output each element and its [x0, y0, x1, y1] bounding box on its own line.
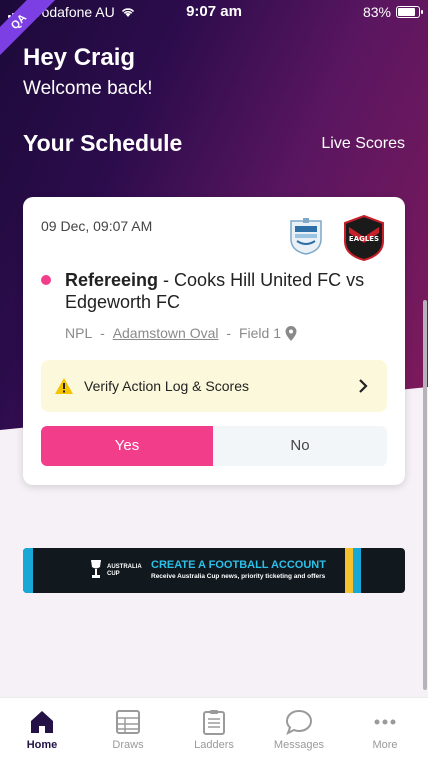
field-label: Field 1: [238, 325, 281, 341]
scrollbar[interactable]: [423, 300, 427, 690]
battery-percent: 83%: [362, 4, 391, 20]
match-card[interactable]: 09 Dec, 09:07 AM EAGLES Refereeing - Coo…: [23, 197, 405, 485]
status-bar: Vodafone AU 9:07 am 83%: [0, 0, 428, 24]
home-icon: [31, 711, 53, 733]
tab-home[interactable]: Home: [7, 708, 77, 751]
battery-icon: [396, 6, 423, 18]
banner-subline: Receive Australia Cup news, priority tic…: [151, 573, 326, 580]
schedule-title: Your Schedule: [23, 130, 183, 156]
status-dot: [41, 275, 51, 285]
svg-text:EAGLES: EAGLES: [349, 235, 379, 243]
draws-icon: [116, 710, 140, 734]
tab-more[interactable]: More: [350, 708, 420, 751]
ground-link[interactable]: Adamstown Oval: [113, 325, 219, 341]
away-team-crest-icon: EAGLES: [344, 215, 384, 261]
match-title: Refereeing - Cooks Hill United FC vs Edg…: [65, 270, 365, 312]
tab-draws[interactable]: Draws: [93, 708, 163, 751]
tab-bar: Home Draws Ladders Messages More: [0, 697, 428, 761]
battery-level: [398, 8, 415, 16]
banner-brand: AUSTRALIA CUP: [107, 564, 142, 577]
ladders-icon: [203, 710, 225, 735]
warning-icon: [55, 378, 73, 394]
yes-button[interactable]: Yes: [41, 426, 213, 466]
trophy-icon: [91, 560, 101, 578]
match-role: Refereeing: [65, 270, 159, 290]
match-venue: NPL - Adamstown Oval - Field 1: [65, 325, 297, 341]
competition-label: NPL: [65, 325, 93, 341]
chevron-right-icon: [359, 379, 368, 393]
promo-banner[interactable]: AUSTRALIA CUP CREATE A FOOTBALL ACCOUNT …: [23, 548, 405, 593]
no-button[interactable]: No: [213, 426, 387, 466]
welcome-message: Welcome back!: [23, 78, 153, 99]
more-icon: [374, 719, 396, 725]
location-pin-icon[interactable]: [285, 325, 297, 341]
home-team-crest-icon: [290, 218, 322, 255]
match-datetime: 09 Dec, 09:07 AM: [41, 218, 153, 234]
messages-icon: [285, 709, 313, 736]
live-scores-link[interactable]: Live Scores: [321, 135, 405, 153]
verify-label: Verify Action Log & Scores: [84, 378, 249, 394]
tab-messages[interactable]: Messages: [264, 708, 334, 751]
banner-headline: CREATE A FOOTBALL ACCOUNT: [151, 559, 326, 571]
verify-action-log-button[interactable]: Verify Action Log & Scores: [41, 360, 387, 412]
tab-ladders[interactable]: Ladders: [179, 708, 249, 751]
greeting: Hey Craig: [23, 44, 136, 71]
